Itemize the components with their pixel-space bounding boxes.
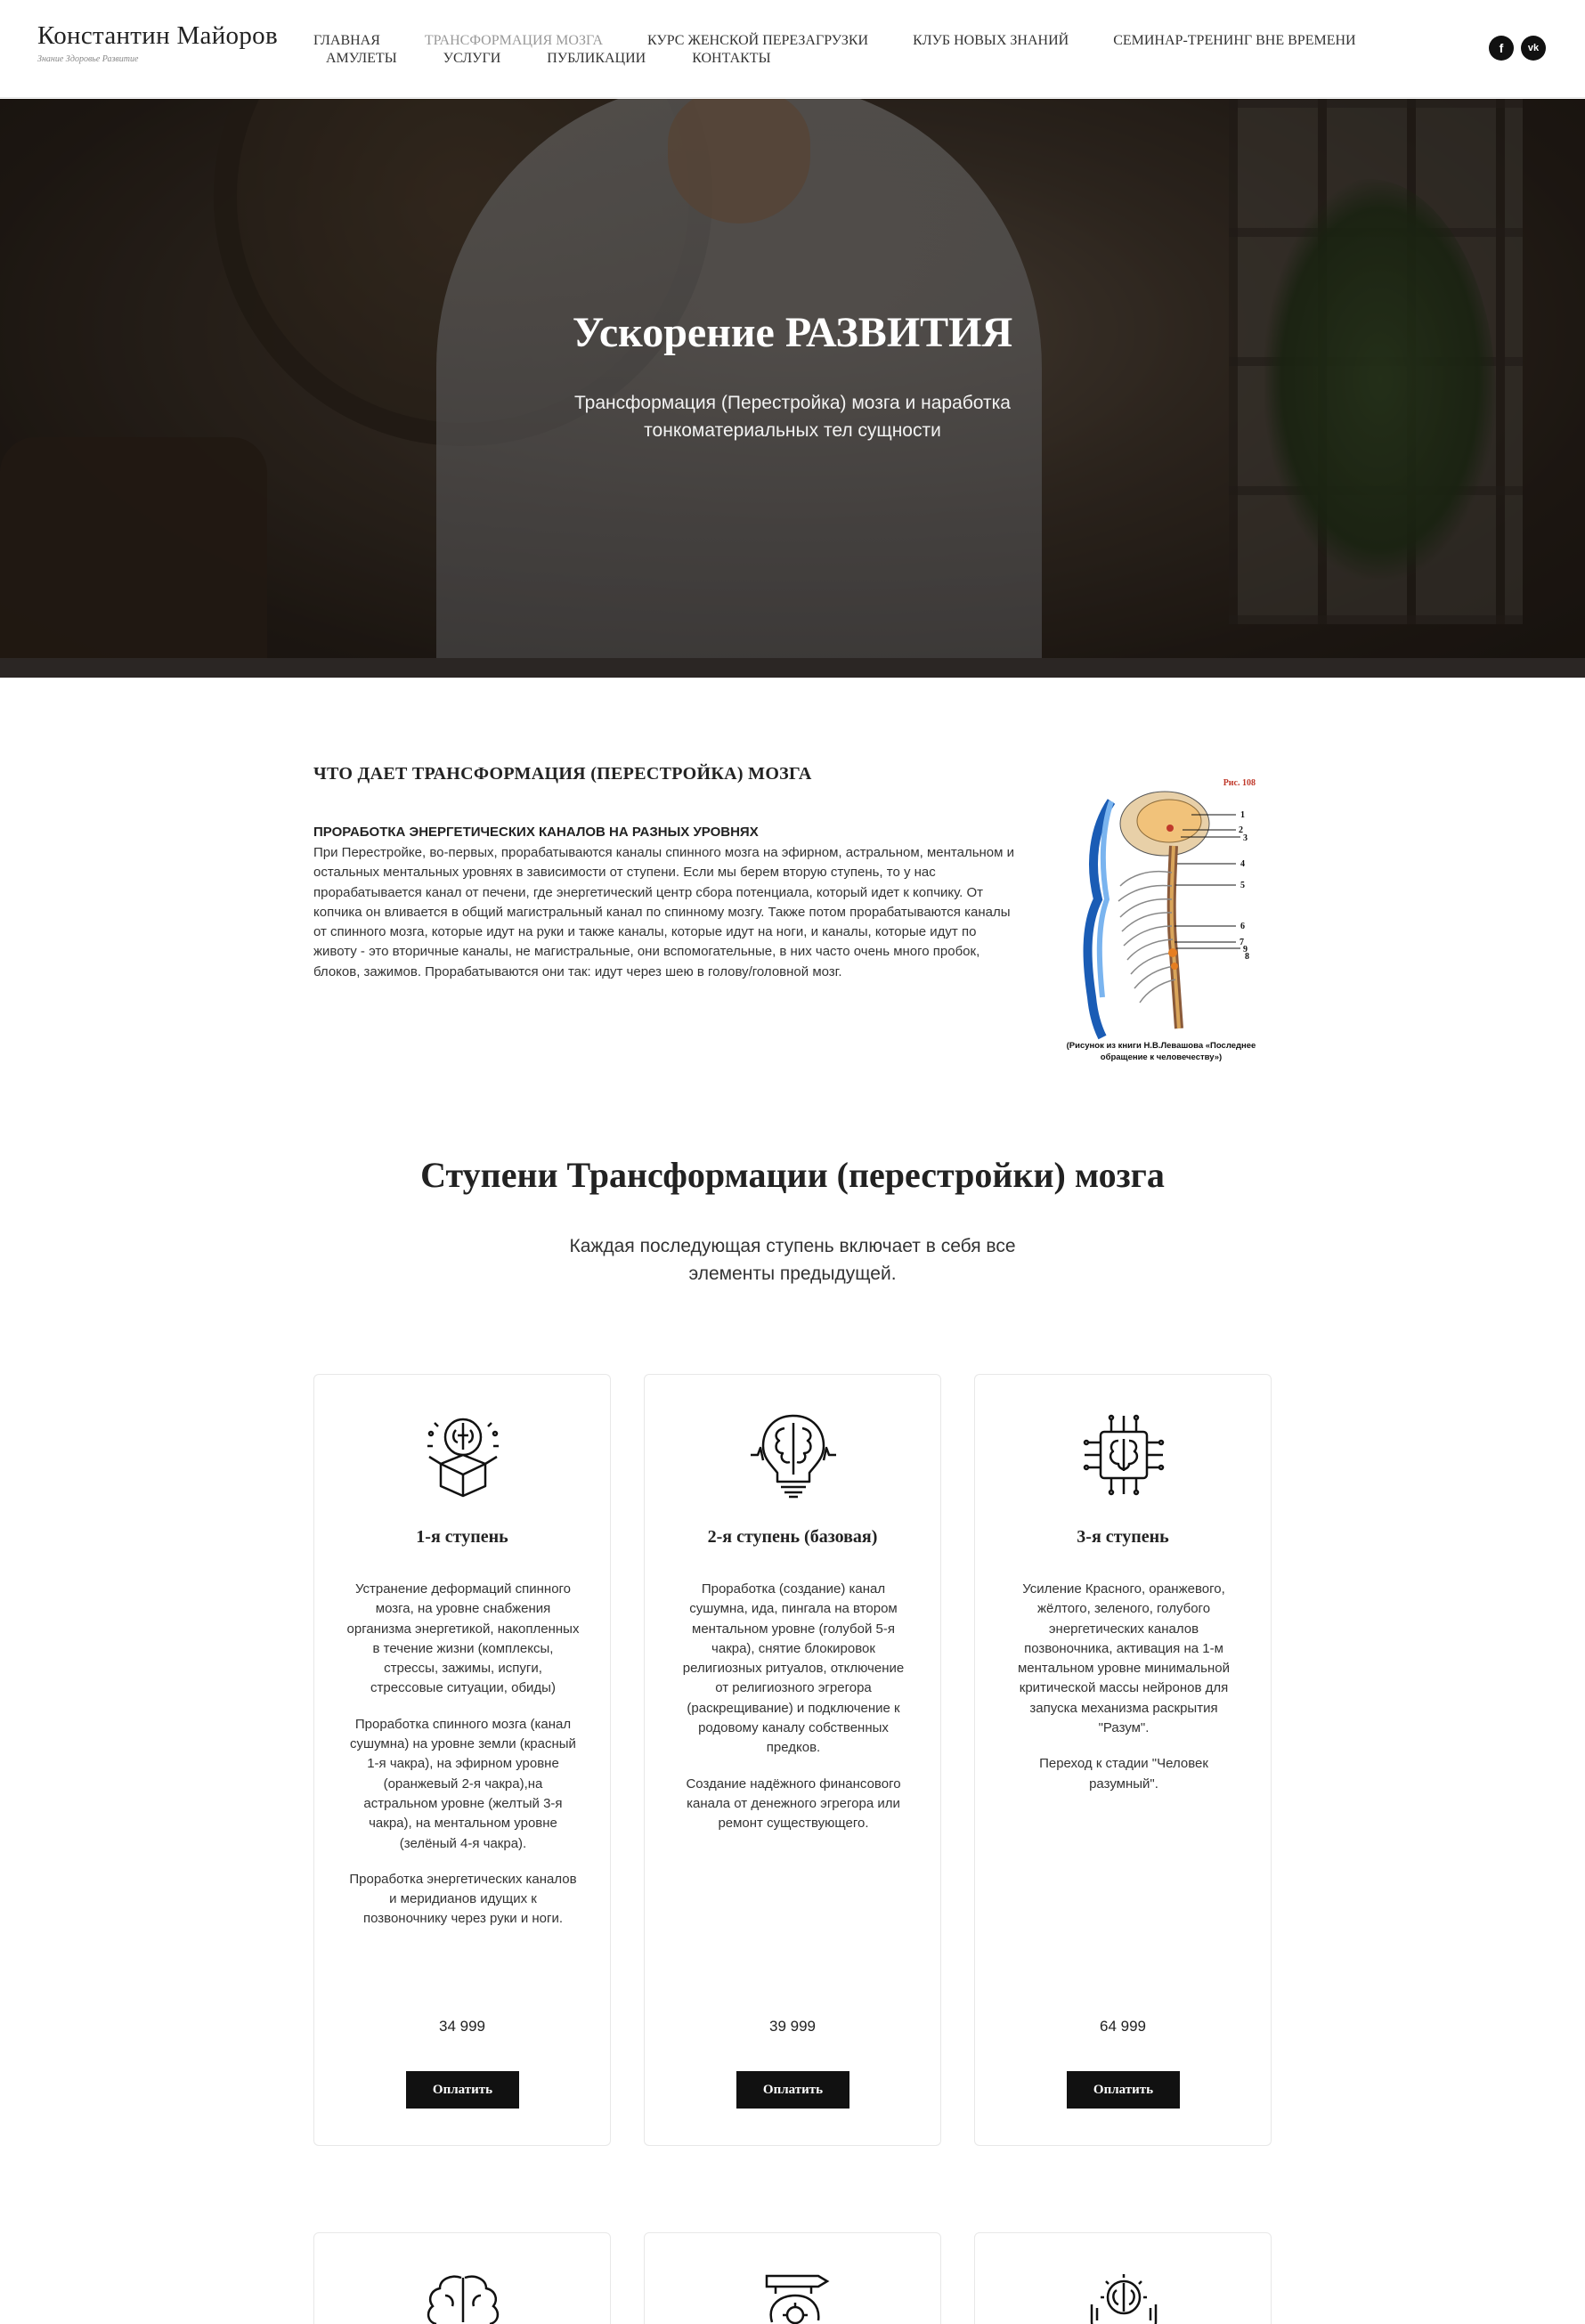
intro-title: ЧТО ДАЕТ ТРАНСФОРМАЦИЯ (ПЕРЕСТРОЙКА) МОЗ…	[313, 764, 812, 784]
nav-item-home[interactable]: Главная	[313, 32, 380, 50]
hero-title: Ускорение РАЗВИТИЯ	[572, 309, 1013, 356]
step-card-paragraph: Проработка энергетических каналов и мери…	[349, 1871, 577, 1927]
vk-icon[interactable]: vk	[1521, 36, 1546, 61]
nav-row-1: Главная Трансформация мозга Курс женской…	[313, 32, 1364, 50]
step-card-price: 39 999	[769, 2018, 816, 2035]
step-card-description: Усиление Красного, оранжевого, жёлтого, …	[1007, 1580, 1240, 1810]
nav-item-brain-transformation[interactable]: Трансформация мозга	[425, 32, 603, 50]
figure-label-9: 8	[1245, 952, 1249, 962]
step-card-6	[974, 2232, 1272, 2324]
nav-item-women-course[interactable]: Курс женской перезагрузки	[647, 32, 868, 50]
hero-banner: Ускорение РАЗВИТИЯ Трансформация (Перест…	[0, 99, 1585, 678]
brain-hands-icon	[1090, 2274, 1158, 2324]
site-header: Константин Майоров Знание Здоровье Разви…	[0, 0, 1585, 98]
intro-text: При Перестройке, во-первых, прорабатываю…	[313, 845, 1015, 979]
nav-item-seminar[interactable]: Семинар-тренинг вне времени	[1113, 32, 1355, 50]
spine-illustration: 1 2 3 4 5 6 7 9 8	[1083, 791, 1249, 1040]
steps-title: Ступени Трансформации (перестройки) мозг…	[420, 1155, 1165, 1195]
nav-item-knowledge-club[interactable]: Клуб новых знаний	[913, 32, 1069, 50]
figure-label-3: 3	[1243, 833, 1248, 843]
pay-button[interactable]: Оплатить	[736, 2071, 849, 2109]
hero-subtitle: Трансформация (Перестройка) мозга и нара…	[574, 393, 1011, 441]
logo-tagline: Знание Здоровье Развитие	[37, 54, 139, 64]
step-card-3: 3-я ступень Усиление Красного, оранжевог…	[974, 1374, 1272, 2146]
step-card-4	[313, 2232, 611, 2324]
head-gear-icon	[765, 2274, 830, 2324]
nav-item-services[interactable]: Услуги	[443, 50, 501, 68]
step-card-5	[644, 2232, 941, 2324]
step-card-paragraph: Устранение деформаций спинного мозга, на…	[346, 1581, 580, 1696]
step-card-price: 64 999	[1100, 2018, 1146, 2035]
step-card-title: 1-я ступень	[416, 1527, 508, 1547]
step-card-title: 3-я ступень	[1077, 1527, 1169, 1547]
facebook-icon[interactable]: f	[1489, 36, 1514, 61]
nav-row-2: Амулеты Услуги Публикации Контакты	[313, 50, 1364, 68]
figure-label-6: 6	[1240, 922, 1245, 931]
steps-subtitle: Каждая последующая ступень включает в се…	[569, 1236, 1016, 1284]
step-card-paragraph: Проработка (создание) канал сушумна, ида…	[682, 1581, 905, 1756]
step-card-1: 1-я ступень Устранение деформаций спинно…	[313, 1374, 611, 2146]
nav-item-amulets[interactable]: Амулеты	[326, 50, 397, 68]
step-card-title: 2-я ступень (базовая)	[707, 1527, 878, 1547]
brain-box-icon	[427, 1418, 499, 1498]
step-card-2: 2-я ступень (базовая) Проработка (создан…	[644, 1374, 941, 2146]
step-card-paragraph: Усиление Красного, оранжевого, жёлтого, …	[1017, 1581, 1230, 1736]
intro-subtitle: ПРОРАБОТКА ЭНЕРГЕТИЧЕСКИХ КАНАЛОВ НА РАЗ…	[313, 825, 759, 840]
brain-chip-icon	[1083, 1414, 1165, 1496]
step-card-description: Устранение деформаций спинного мозга, на…	[346, 1580, 580, 1946]
brain-icon	[427, 2275, 500, 2324]
social-links: f vk	[1489, 36, 1546, 61]
step-card-paragraph: Проработка спинного мозга (канал сушумна…	[350, 1716, 576, 1851]
step-card-paragraph: Переход к стадии "Человек разумный".	[1039, 1756, 1208, 1792]
figure-label-4: 4	[1240, 859, 1245, 869]
pay-button[interactable]: Оплатить	[1067, 2071, 1180, 2109]
step-card-description: Проработка (создание) канал сушумна, ида…	[677, 1580, 910, 1850]
step-card-paragraph: Создание надёжного финансового канала от…	[686, 1776, 901, 1832]
figure-label-5: 5	[1240, 881, 1245, 890]
main-nav: Главная Трансформация мозга Курс женской…	[313, 32, 1364, 68]
pay-button[interactable]: Оплатить	[406, 2071, 519, 2109]
figure-caption: (Рисунок из книги Н.В.Левашова «Последне…	[1066, 1041, 1256, 1062]
logo[interactable]: Константин Майоров Знание Здоровье Разви…	[37, 21, 278, 64]
step-card-price: 34 999	[439, 2018, 485, 2035]
brain-bulb-icon	[751, 1414, 836, 1499]
spine-channels-figure: Рис. 108 1 2 3 4 5 6 7 9 8 (Рисунок из к…	[1058, 775, 1264, 1069]
nav-item-publications[interactable]: Публикации	[547, 50, 646, 68]
logo-name[interactable]: Константин Майоров	[37, 21, 278, 51]
nav-item-contacts[interactable]: Контакты	[692, 50, 770, 68]
figure-number: Рис. 108	[1223, 778, 1256, 788]
figure-label-1: 1	[1240, 810, 1245, 820]
